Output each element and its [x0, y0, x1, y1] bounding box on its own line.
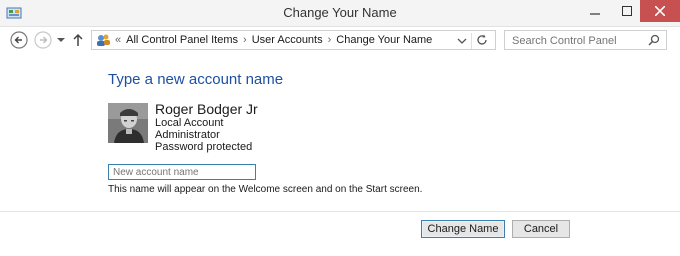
search-icon[interactable]: [648, 34, 660, 46]
breadcrumb-user-accounts[interactable]: User Accounts: [252, 34, 323, 46]
password-status: Password protected: [155, 141, 253, 153]
breadcrumb-overflow[interactable]: «: [115, 34, 121, 46]
maximize-icon: [622, 6, 632, 16]
search-box[interactable]: [504, 30, 667, 50]
back-button[interactable]: [9, 30, 29, 50]
chevron-down-icon: [457, 38, 467, 44]
refresh-icon: [477, 34, 487, 45]
user-display-name: Roger Bodger Jr: [155, 101, 258, 117]
title-bar: Change Your Name: [0, 0, 680, 27]
user-avatar: [108, 103, 148, 143]
change-name-button[interactable]: Change Name: [421, 220, 505, 238]
breadcrumb-separator[interactable]: ›: [243, 34, 247, 46]
cancel-button[interactable]: Cancel: [512, 220, 570, 238]
maximize-button[interactable]: [612, 0, 642, 22]
address-bar[interactable]: « All Control Panel Items › User Account…: [91, 30, 496, 50]
account-type: Local Account: [155, 117, 224, 129]
breadcrumb-separator[interactable]: ›: [328, 34, 332, 46]
close-icon: [655, 6, 665, 16]
name-hint-text: This name will appear on the Welcome scr…: [108, 184, 423, 195]
forward-arrow-icon: [34, 31, 52, 49]
up-arrow-icon: [73, 33, 83, 46]
navigation-bar: « All Control Panel Items › User Account…: [0, 27, 680, 53]
breadcrumb-control-panel[interactable]: All Control Panel Items: [126, 34, 238, 46]
search-input[interactable]: [510, 32, 649, 50]
breadcrumb-change-your-name[interactable]: Change Your Name: [336, 34, 432, 46]
window-title: Change Your Name: [283, 5, 397, 20]
forward-button[interactable]: [33, 30, 53, 50]
chevron-down-icon: [57, 38, 65, 42]
address-dropdown-button[interactable]: [455, 34, 469, 48]
user-info: Roger Bodger Jr Local Account Administra…: [155, 101, 258, 153]
new-account-name-input[interactable]: [108, 164, 256, 180]
up-button[interactable]: [71, 30, 85, 50]
minimize-icon: [590, 13, 600, 15]
page-heading: Type a new account name: [108, 71, 284, 88]
account-role: Administrator: [155, 129, 220, 141]
recent-locations-button[interactable]: [55, 30, 67, 50]
footer-divider: [0, 211, 680, 212]
back-arrow-icon: [10, 31, 28, 49]
control-panel-icon: [95, 32, 111, 48]
refresh-button[interactable]: [471, 33, 491, 49]
minimize-button[interactable]: [580, 0, 610, 22]
close-button[interactable]: [640, 0, 680, 22]
